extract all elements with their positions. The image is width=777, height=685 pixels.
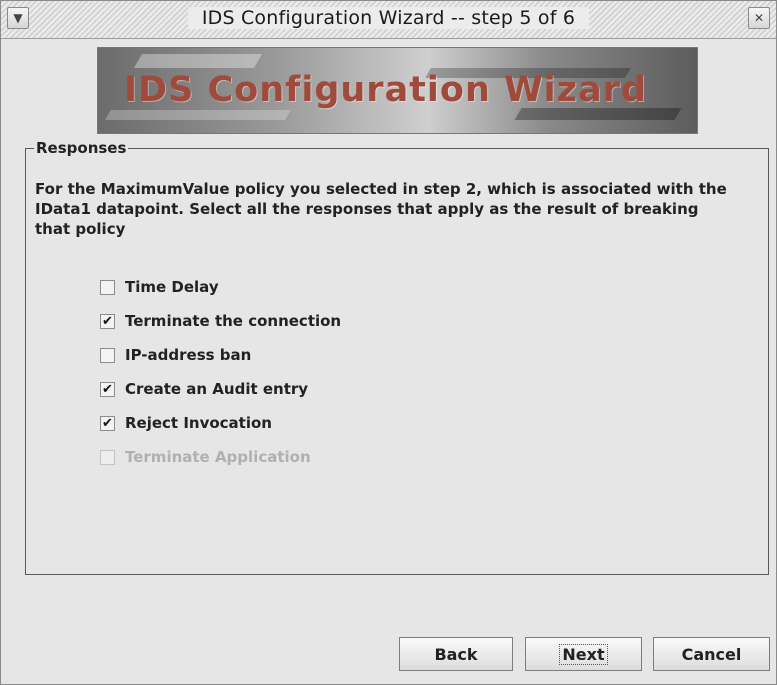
response-terminate-application: Terminate Application — [100, 448, 311, 466]
responses-group: Responses For the MaximumValue policy yo… — [25, 139, 769, 575]
banner-logo-text: IDS Configuration Wizard — [124, 70, 647, 110]
checkbox-label: Terminate Application — [125, 448, 311, 466]
checkbox-label: Create an Audit entry — [125, 380, 309, 398]
checkbox-label: Terminate the connection — [125, 312, 342, 330]
next-button-label: Next — [559, 643, 608, 665]
checkbox[interactable]: ✔ — [100, 313, 115, 329]
response-time-delay[interactable]: Time Delay — [100, 278, 219, 296]
response-ip-address-ban[interactable]: IP-address ban — [100, 346, 251, 364]
wizard-banner: IDS Configuration Wizard — [97, 47, 698, 134]
next-button[interactable]: Next — [525, 637, 642, 671]
close-icon[interactable]: ✕ — [748, 7, 770, 29]
checkbox — [100, 449, 115, 465]
back-button[interactable]: Back — [399, 637, 513, 671]
response-create-audit-entry[interactable]: ✔ Create an Audit entry — [100, 380, 308, 398]
responses-legend: Responses — [34, 139, 129, 157]
checkbox[interactable] — [100, 279, 115, 295]
checkbox-label: Reject Invocation — [125, 414, 272, 432]
responses-description: For the MaximumValue policy you selected… — [35, 180, 727, 238]
checkbox[interactable] — [100, 347, 115, 363]
checkbox-label: IP-address ban — [125, 346, 252, 364]
checkbox[interactable]: ✔ — [100, 415, 115, 431]
cancel-button-label: Cancel — [681, 644, 742, 664]
checkbox-label: Time Delay — [125, 278, 219, 296]
response-terminate-connection[interactable]: ✔ Terminate the connection — [100, 312, 341, 330]
banner-decoration — [105, 110, 291, 120]
response-reject-invocation[interactable]: ✔ Reject Invocation — [100, 414, 272, 432]
checkbox[interactable]: ✔ — [100, 381, 115, 397]
banner-decoration — [133, 54, 263, 68]
window-title: IDS Configuration Wizard -- step 5 of 6 — [187, 7, 590, 29]
back-button-label: Back — [434, 644, 478, 664]
cancel-button[interactable]: Cancel — [653, 637, 770, 671]
wizard-window: ▼ IDS Configuration Wizard -- step 5 of … — [0, 0, 777, 685]
title-bar[interactable]: ▼ IDS Configuration Wizard -- step 5 of … — [1, 1, 776, 39]
